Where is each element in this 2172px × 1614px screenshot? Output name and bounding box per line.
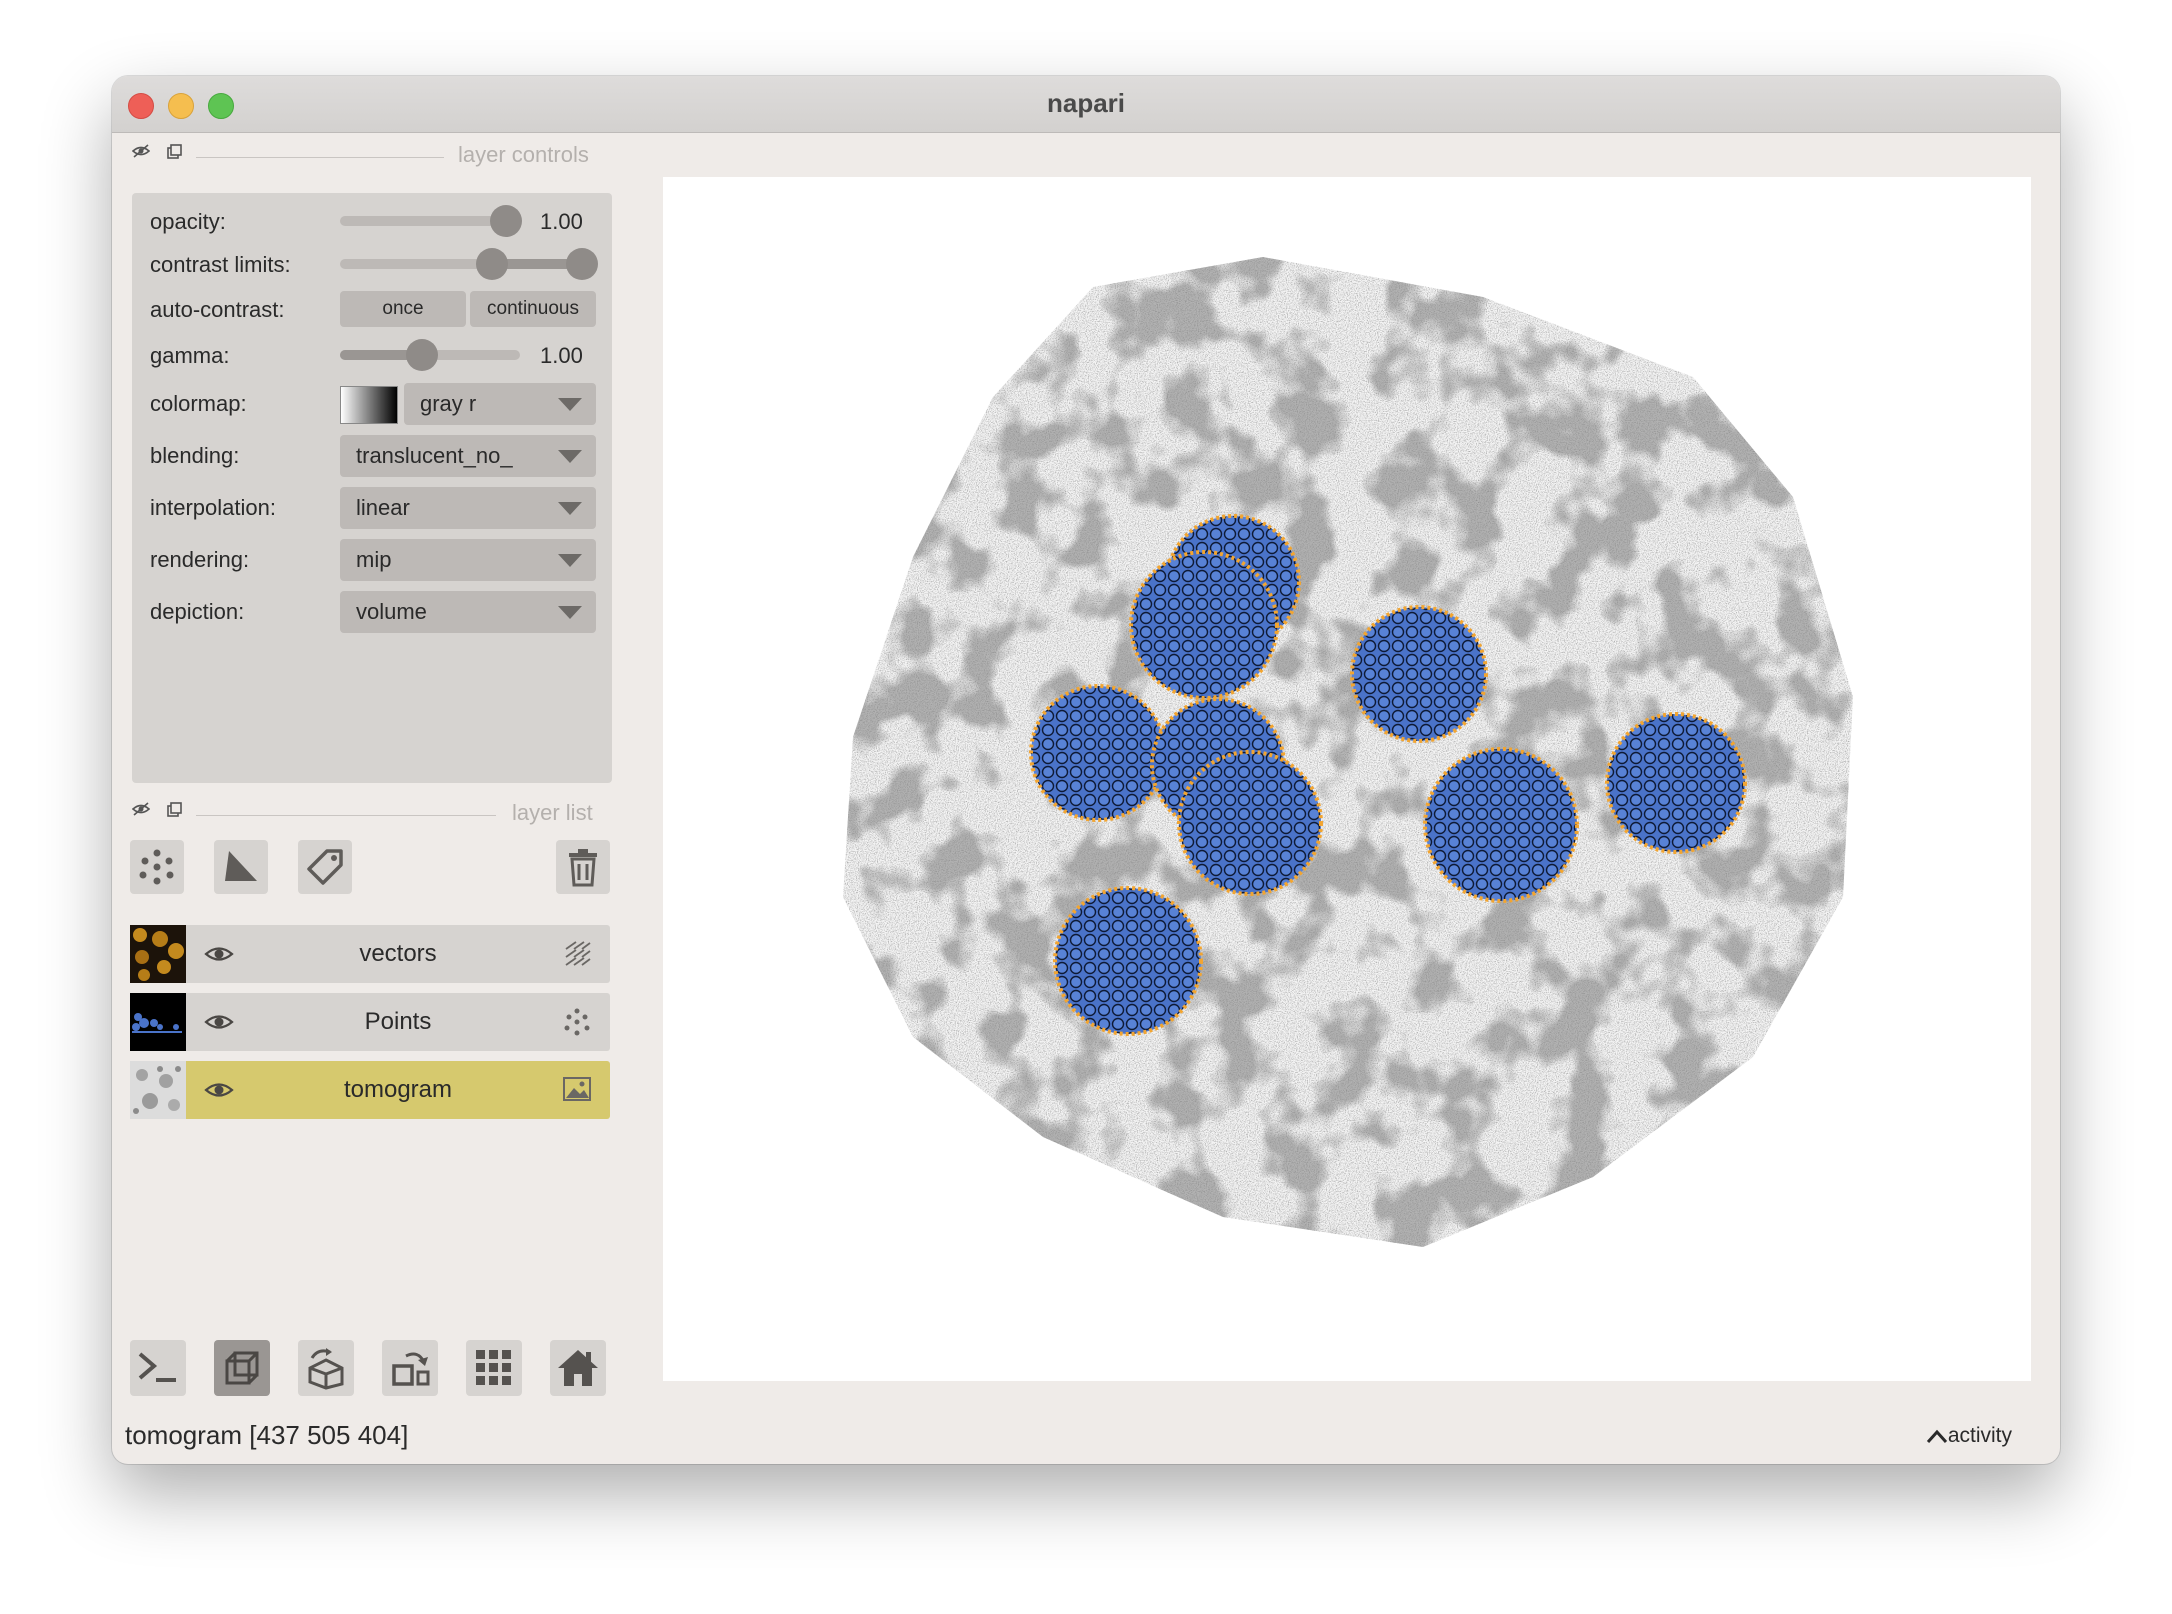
blending-value: translucent_no_ bbox=[356, 443, 513, 468]
chevron-down-icon bbox=[558, 502, 582, 515]
new-points-layer-button[interactable] bbox=[130, 840, 184, 894]
layer-controls-panel: opacity: 1.00 contrast limits: auto-cont… bbox=[132, 193, 612, 783]
layer-list-title: layer list bbox=[512, 800, 593, 825]
window-title: napari bbox=[1046, 88, 1126, 118]
hide-eye-icon[interactable] bbox=[131, 144, 151, 161]
roll-dims-icon bbox=[308, 1348, 344, 1390]
console-button[interactable] bbox=[130, 1340, 186, 1396]
vectors-icon bbox=[562, 939, 592, 974]
home-button[interactable] bbox=[550, 1340, 606, 1396]
auto-contrast-once-button[interactable]: once bbox=[340, 291, 466, 327]
layer-controls-header: layer controls bbox=[112, 142, 652, 172]
grid-icon bbox=[476, 1350, 511, 1385]
chevron-down-icon bbox=[558, 398, 582, 411]
tomogram-render bbox=[843, 257, 1853, 1247]
gamma-value: 1.00 bbox=[540, 343, 583, 368]
labels-layer-icon bbox=[307, 849, 343, 885]
layer-name: Points bbox=[364, 1008, 432, 1035]
layer-thumbnail bbox=[130, 993, 186, 1051]
visibility-eye-icon[interactable] bbox=[204, 1075, 234, 1110]
new-shapes-layer-button[interactable] bbox=[214, 840, 268, 894]
interpolation-dropdown[interactable]: linear bbox=[340, 487, 596, 529]
chevron-down-icon bbox=[558, 450, 582, 463]
depiction-label: depiction: bbox=[150, 599, 245, 624]
rendering-value: mip bbox=[356, 547, 392, 572]
contrast-high-handle[interactable] bbox=[566, 248, 598, 280]
new-labels-layer-button[interactable] bbox=[298, 840, 352, 894]
blending-dropdown[interactable]: translucent_no_ bbox=[340, 435, 596, 477]
opacity-value: 1.00 bbox=[540, 209, 583, 234]
chevron-up-icon bbox=[1926, 1429, 1947, 1444]
shapes-layer-icon bbox=[225, 851, 257, 881]
visibility-eye-icon[interactable] bbox=[204, 1007, 234, 1042]
points-layer-icon bbox=[139, 849, 174, 885]
home-icon bbox=[558, 1350, 598, 1386]
napari-window: napari layer controls opacity: 1.00 cont… bbox=[112, 76, 2060, 1464]
interpolation-value: linear bbox=[356, 495, 410, 520]
chevron-down-icon bbox=[558, 554, 582, 567]
delete-layer-icon bbox=[569, 849, 597, 887]
layer-thumbnail bbox=[130, 925, 186, 983]
colormap-preview bbox=[340, 386, 398, 424]
chevron-down-icon bbox=[558, 606, 582, 619]
opacity-label: opacity: bbox=[150, 209, 226, 234]
colormap-label: colormap: bbox=[150, 391, 247, 416]
title-bar: napari bbox=[112, 76, 2060, 133]
points-icon bbox=[562, 1007, 592, 1042]
layer-controls-title: layer controls bbox=[458, 142, 589, 167]
depiction-dropdown[interactable]: volume bbox=[340, 591, 596, 633]
colormap-dropdown[interactable]: gray r bbox=[404, 383, 596, 425]
status-bar-text: tomogram [437 505 404] bbox=[125, 1420, 409, 1450]
gamma-label: gamma: bbox=[150, 343, 230, 368]
contrast-limits-label: contrast limits: bbox=[150, 252, 291, 277]
rendering-label: rendering: bbox=[150, 547, 250, 572]
opacity-slider-handle[interactable] bbox=[490, 205, 522, 237]
grid-view-button[interactable] bbox=[466, 1340, 522, 1396]
hide-eye-icon[interactable] bbox=[131, 802, 151, 819]
layer-list-header: layer list bbox=[112, 800, 652, 830]
layer-thumbnail bbox=[130, 1061, 186, 1119]
ndisplay-icon bbox=[225, 1351, 259, 1385]
colormap-value: gray r bbox=[420, 391, 477, 416]
depiction-value: volume bbox=[356, 599, 427, 624]
roll-dims-button[interactable] bbox=[298, 1340, 354, 1396]
auto-contrast-continuous-button[interactable]: continuous bbox=[470, 291, 596, 327]
layer-row-points[interactable]: Points bbox=[130, 993, 610, 1051]
layer-name: tomogram bbox=[343, 1076, 453, 1103]
delete-layer-button[interactable] bbox=[556, 840, 610, 894]
layer-name: vectors bbox=[359, 940, 437, 967]
auto-contrast-label: auto-contrast: bbox=[150, 297, 285, 322]
float-panel-icon[interactable] bbox=[166, 144, 182, 163]
layer-row-tomogram[interactable]: tomogram bbox=[130, 1061, 610, 1119]
contrast-low-handle[interactable] bbox=[476, 248, 508, 280]
rendering-dropdown[interactable]: mip bbox=[340, 539, 596, 581]
layer-row-vectors[interactable]: vectors bbox=[130, 925, 610, 983]
toggle-ndisplay-button[interactable] bbox=[214, 1340, 270, 1396]
gamma-slider-handle[interactable] bbox=[406, 339, 438, 371]
transpose-dims-button[interactable] bbox=[382, 1340, 438, 1396]
viewer-canvas[interactable] bbox=[663, 177, 2031, 1381]
blending-label: blending: bbox=[150, 443, 240, 468]
activity-label: activity bbox=[1947, 1424, 2012, 1447]
activity-button[interactable]: activity bbox=[1926, 1424, 2012, 1448]
visibility-eye-icon[interactable] bbox=[204, 939, 234, 974]
float-panel-icon[interactable] bbox=[166, 802, 182, 821]
console-icon bbox=[138, 1352, 176, 1382]
transpose-icon bbox=[392, 1352, 430, 1386]
interpolation-label: interpolation: bbox=[150, 495, 276, 520]
image-icon bbox=[562, 1075, 592, 1108]
